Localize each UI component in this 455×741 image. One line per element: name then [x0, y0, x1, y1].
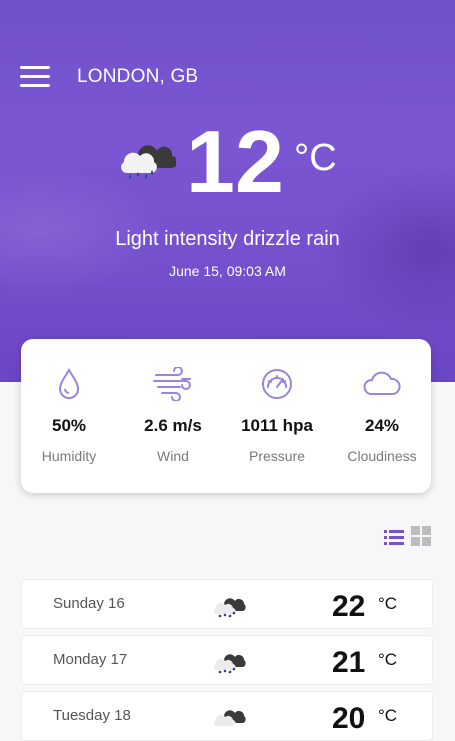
- humidity-label: Humidity: [41, 448, 97, 464]
- forecast-row[interactable]: Sunday 16 22 °C: [21, 579, 433, 629]
- grid-view-icon[interactable]: [411, 526, 431, 546]
- weather-description: Light intensity drizzle rain: [115, 228, 340, 250]
- wind-icon: [153, 367, 191, 401]
- city-name: LONDON, GB: [77, 66, 199, 87]
- cloud-icon: [363, 371, 401, 395]
- list-view-icon[interactable]: [384, 528, 404, 546]
- cloudiness-label: Cloudiness: [347, 448, 417, 464]
- forecast-temperature: 22: [332, 590, 366, 623]
- cloud-rain-icon: [213, 598, 246, 618]
- wind-value: 2.6 m/s: [144, 416, 202, 435]
- cloudiness-value: 24%: [364, 416, 400, 435]
- current-temperature: 12: [186, 112, 284, 211]
- menu-icon[interactable]: [20, 66, 52, 88]
- forecast-temperature: 21: [332, 646, 366, 679]
- forecast-day: Sunday 16: [53, 595, 125, 612]
- pressure-gauge-icon: [262, 369, 292, 399]
- forecast-unit: °C: [378, 650, 398, 669]
- weather-stats-card: 50% Humidity 2.6 m/s Wind 1011 hpa Press…: [21, 339, 431, 493]
- forecast-row[interactable]: Tuesday 18 20 °C: [21, 691, 433, 741]
- pressure-label: Pressure: [248, 448, 306, 464]
- humidity-value: 50%: [51, 416, 87, 435]
- cloud-rain-icon: [213, 654, 246, 674]
- wind-label: Wind: [157, 448, 189, 464]
- forecast-unit: °C: [378, 706, 398, 725]
- date-time: June 15, 09:03 AM: [169, 263, 286, 279]
- forecast-day: Tuesday 18: [53, 707, 131, 724]
- forecast-row[interactable]: Monday 17 21 °C: [21, 635, 433, 685]
- forecast-day: Monday 17: [53, 651, 128, 668]
- temperature-unit: °C: [294, 137, 337, 179]
- forecast-unit: °C: [378, 594, 398, 613]
- humidity-drop-icon: [58, 367, 80, 399]
- pressure-value: 1011 hpa: [241, 416, 313, 435]
- cloud-rain-icon: [213, 710, 246, 727]
- cloud-rain-icon: [121, 145, 176, 179]
- view-toggle: [384, 526, 432, 548]
- header-section: LONDON, GB 12 °C Light intensity drizzle…: [0, 0, 455, 382]
- forecast-temperature: 20: [332, 702, 366, 735]
